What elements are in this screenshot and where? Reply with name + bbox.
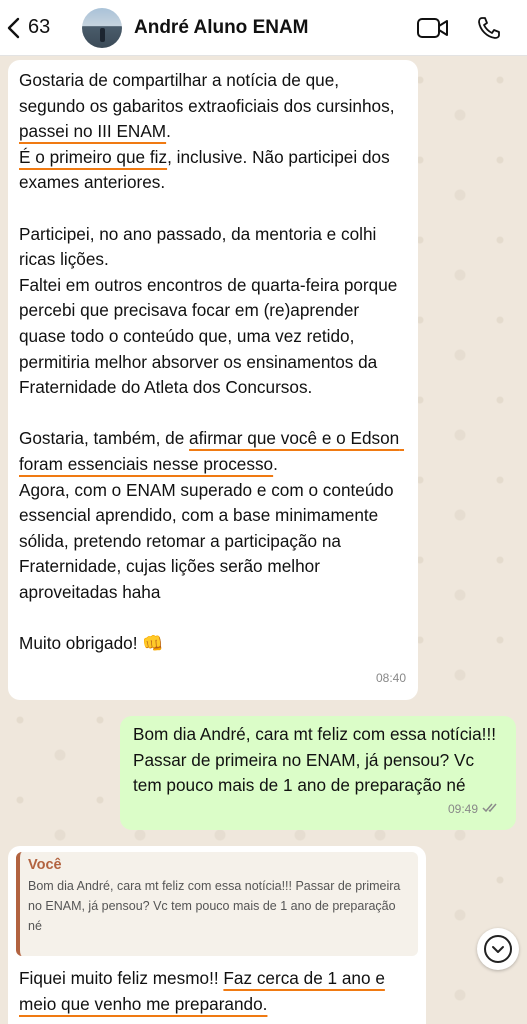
back-button[interactable]: 63 — [6, 8, 74, 48]
message-text: Bom dia André, cara mt feliz com essa no… — [133, 724, 497, 796]
underlined-text: É o primeiro que fiz — [19, 146, 168, 167]
message-incoming-reply[interactable]: Você Bom dia André, cara mt feliz com es… — [8, 846, 426, 1024]
message-text: Fiquei muito feliz mesmo!! Faz cerca de … — [19, 968, 385, 1014]
chevron-left-icon — [7, 17, 20, 38]
scroll-to-bottom-button[interactable] — [477, 928, 519, 970]
message-time: 09:49 — [447, 802, 478, 817]
message-paragraph: Gostaria, também, de afirmar que você e … — [19, 428, 405, 602]
quoted-message[interactable]: Você Bom dia André, cara mt feliz com es… — [16, 852, 418, 956]
message-outgoing[interactable]: Bom dia André, cara mt feliz com essa no… — [120, 716, 516, 830]
quote-text: Bom dia André, cara mt feliz com essa no… — [28, 879, 401, 933]
message-time: 08:40 — [375, 671, 406, 686]
voice-call-button[interactable] — [469, 8, 509, 48]
chat-header: 63 André Aluno ENAM — [0, 0, 527, 56]
avatar[interactable] — [82, 7, 122, 48]
video-call-icon — [417, 17, 448, 38]
quote-author: Você — [28, 857, 62, 873]
chevron-down-icon — [492, 945, 504, 953]
video-call-button[interactable] — [413, 8, 453, 48]
message-incoming[interactable]: Gostaria de compartilhar a notícia de qu… — [8, 60, 418, 700]
message-paragraph: Participei, no ano passado, da mentoria … — [19, 223, 398, 398]
message-paragraph: Gostaria de compartilhar a notícia de qu… — [19, 70, 400, 193]
message-paragraph: Muito obrigado! 👊 — [19, 633, 164, 654]
contact-name[interactable]: André Aluno ENAM — [134, 17, 413, 39]
phone-icon — [478, 16, 500, 39]
underlined-text: passei no III ENAM — [19, 121, 167, 142]
unread-count: 63 — [28, 16, 51, 38]
double-check-icon — [482, 803, 497, 813]
